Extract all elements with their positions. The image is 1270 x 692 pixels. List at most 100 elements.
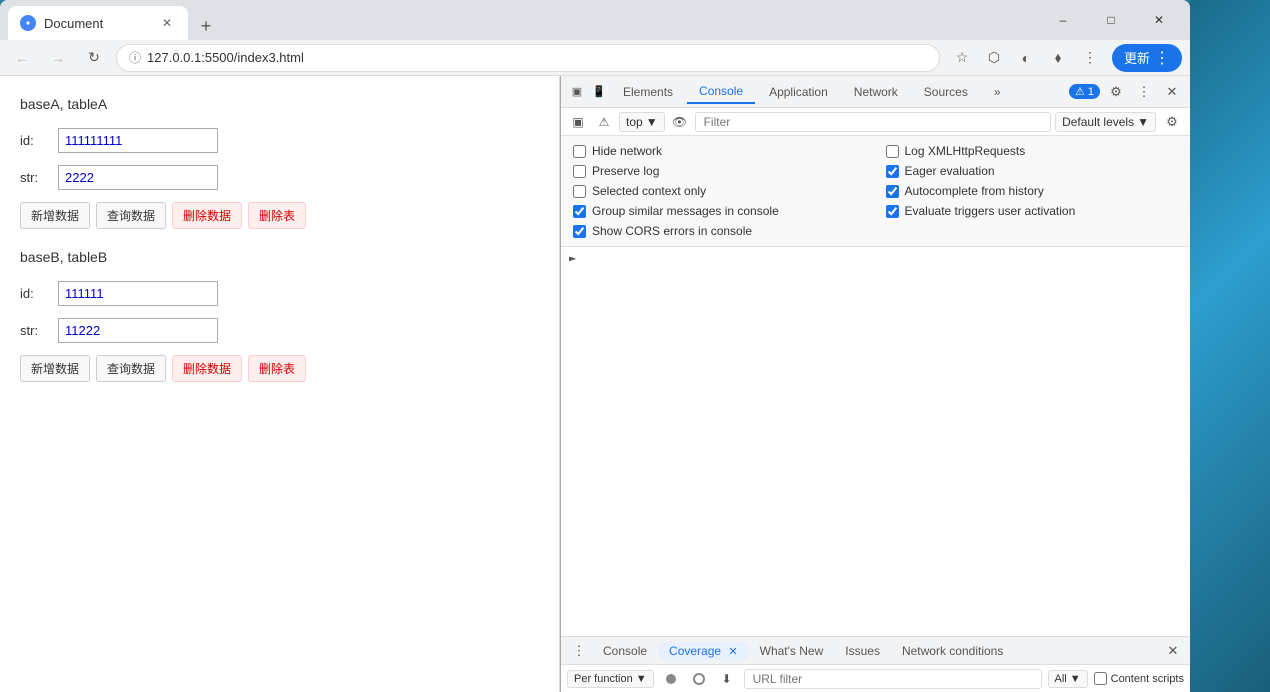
drop-table-b-button[interactable]: 删除表 xyxy=(248,355,306,382)
setting-eager-eval[interactable]: Eager evaluation xyxy=(886,164,1179,178)
setting-autocomplete[interactable]: Autocomplete from history xyxy=(886,184,1179,198)
reload-button[interactable]: ↻ xyxy=(80,44,108,72)
setting-log-xml[interactable]: Log XMLHttpRequests xyxy=(886,144,1179,158)
id-a-label: id: xyxy=(20,133,50,148)
id-b-label: id: xyxy=(20,286,50,301)
id-a-input[interactable] xyxy=(58,128,218,153)
page-content: baseA, tableA id: str: 新增数据 查询数据 删除数据 删除… xyxy=(0,76,560,692)
bookmark-icon[interactable]: ☆ xyxy=(948,44,976,72)
coverage-all-select[interactable]: All ▼ xyxy=(1048,670,1088,688)
str-a-label: str: xyxy=(20,170,50,185)
maximize-button[interactable]: □ xyxy=(1088,0,1134,40)
console-context-select[interactable]: top ▼ xyxy=(619,112,665,132)
bottom-bar-close-icon[interactable]: ✕ xyxy=(1162,640,1184,662)
per-function-select[interactable]: Per function ▼ xyxy=(567,670,654,688)
title-bar: Document ✕ + – □ ✕ xyxy=(0,0,1190,40)
setting-preserve-log[interactable]: Preserve log xyxy=(573,164,866,178)
id-b-input[interactable] xyxy=(58,281,218,306)
hide-network-checkbox[interactable] xyxy=(573,145,586,158)
devtools-close-icon[interactable]: ✕ xyxy=(1160,80,1184,104)
drop-table-a-button[interactable]: 删除表 xyxy=(248,202,306,229)
console-gear-icon[interactable]: ⚙ xyxy=(1160,110,1184,134)
bottom-bar-more-icon[interactable]: ⋮ xyxy=(567,639,591,663)
autocomplete-checkbox[interactable] xyxy=(886,185,899,198)
lock-icon: ⓘ xyxy=(129,49,141,66)
new-tab-button[interactable]: + xyxy=(192,12,220,40)
console-settings-panel: Hide network Log XMLHttpRequests Preserv… xyxy=(561,136,1190,247)
tab-console[interactable]: Console xyxy=(687,80,755,104)
delete-data-b-button[interactable]: 删除数据 xyxy=(172,355,242,382)
tab-close-button[interactable]: ✕ xyxy=(158,14,176,32)
issue-badge[interactable]: ⚠ 1 xyxy=(1069,84,1100,99)
coverage-record-button[interactable] xyxy=(660,668,682,690)
preserve-log-checkbox[interactable] xyxy=(573,165,586,178)
setting-show-cors[interactable]: Show CORS errors in console xyxy=(573,224,866,238)
content-scripts-checkbox[interactable] xyxy=(1094,672,1107,685)
query-data-a-button[interactable]: 查询数据 xyxy=(96,202,166,229)
setting-selected-ctx[interactable]: Selected context only xyxy=(573,184,866,198)
tab-sources[interactable]: Sources xyxy=(912,81,980,103)
tab-application[interactable]: Application xyxy=(757,81,840,103)
add-data-a-button[interactable]: 新增数据 xyxy=(20,202,90,229)
devtools-more-icon[interactable]: ⋮ xyxy=(1132,80,1156,104)
console-toolbar: ▣ ⚠ top ▼ 👁 Default levels ▼ ⚙ xyxy=(561,108,1190,136)
add-data-b-button[interactable]: 新增数据 xyxy=(20,355,90,382)
coverage-url-filter-input[interactable] xyxy=(744,669,1042,689)
cast-icon[interactable]: ⬡ xyxy=(980,44,1008,72)
group-similar-checkbox[interactable] xyxy=(573,205,586,218)
bottom-tab-whats-new[interactable]: What's New xyxy=(750,642,834,660)
content-scripts-label[interactable]: Content scripts xyxy=(1094,672,1184,685)
delete-data-a-button[interactable]: 删除数据 xyxy=(172,202,242,229)
settings-icon[interactable]: ⋮ xyxy=(1076,44,1104,72)
per-function-label: Per function xyxy=(574,673,633,685)
devtools-device-icon[interactable]: 📱 xyxy=(589,82,609,102)
chevron-down-icon: ▼ xyxy=(646,115,658,129)
devtools-settings-icon[interactable]: ⚙ xyxy=(1104,80,1128,104)
setting-hide-network[interactable]: Hide network xyxy=(573,144,866,158)
close-button[interactable]: ✕ xyxy=(1136,0,1182,40)
bottom-tab-console[interactable]: Console xyxy=(593,642,657,660)
setting-eval-triggers[interactable]: Evaluate triggers user activation xyxy=(886,204,1179,218)
forward-button[interactable]: → xyxy=(44,44,72,72)
console-sidebar-toggle[interactable]: ▣ xyxy=(567,111,589,133)
console-context-label: top xyxy=(626,115,643,129)
str-b-input[interactable] xyxy=(58,318,218,343)
bottom-tab-network-conditions[interactable]: Network conditions xyxy=(892,642,1013,660)
devtools-bottom-bar: ⋮ Console Coverage ✕ What's New Issues N… xyxy=(561,636,1190,664)
section-a-title: baseA, tableA xyxy=(20,96,539,112)
console-expand-arrow[interactable]: ► xyxy=(567,249,578,267)
profile-icon[interactable]: ◐ xyxy=(1012,44,1040,72)
hide-network-label: Hide network xyxy=(592,144,662,158)
back-button[interactable]: ← xyxy=(8,44,36,72)
console-clear-button[interactable]: ⚠ xyxy=(593,111,615,133)
extensions-icon[interactable]: ⬧ xyxy=(1044,44,1072,72)
console-levels-select[interactable]: Default levels ▼ xyxy=(1055,112,1156,132)
tab-network[interactable]: Network xyxy=(842,81,910,103)
selected-ctx-checkbox[interactable] xyxy=(573,185,586,198)
active-tab[interactable]: Document ✕ xyxy=(8,6,188,40)
str-a-input[interactable] xyxy=(58,165,218,190)
tab-elements[interactable]: Elements xyxy=(611,81,685,103)
section-b-title: baseB, tableB xyxy=(20,249,539,265)
setting-group-similar[interactable]: Group similar messages in console xyxy=(573,204,866,218)
address-bar: ← → ↻ ⓘ 127.0.0.1:5500/index3.html ☆ ⬡ ◐… xyxy=(0,40,1190,76)
query-data-b-button[interactable]: 查询数据 xyxy=(96,355,166,382)
console-filter-input[interactable] xyxy=(695,112,1051,132)
devtools-inspect-icon[interactable]: ▣ xyxy=(567,82,587,102)
log-xml-checkbox[interactable] xyxy=(886,145,899,158)
minimize-button[interactable]: – xyxy=(1040,0,1086,40)
url-bar[interactable]: ⓘ 127.0.0.1:5500/index3.html xyxy=(116,44,940,72)
eval-triggers-checkbox[interactable] xyxy=(886,205,899,218)
bottom-tab-coverage[interactable]: Coverage ✕ xyxy=(659,642,748,660)
tab-more[interactable]: » xyxy=(982,81,1013,103)
bottom-tab-issues[interactable]: Issues xyxy=(835,642,890,660)
show-cors-checkbox[interactable] xyxy=(573,225,586,238)
coverage-stop-button[interactable] xyxy=(688,668,710,690)
coverage-bar: Per function ▼ ⬇ All ▼ Content scripts xyxy=(561,664,1190,692)
coverage-tab-close-icon[interactable]: ✕ xyxy=(728,646,737,658)
update-button[interactable]: 更新 ⋮ xyxy=(1112,44,1182,72)
tab-strip: Document ✕ + xyxy=(8,0,1032,40)
eager-eval-checkbox[interactable] xyxy=(886,165,899,178)
console-eye-button[interactable]: 👁 xyxy=(669,111,691,133)
coverage-download-button[interactable]: ⬇ xyxy=(716,668,738,690)
